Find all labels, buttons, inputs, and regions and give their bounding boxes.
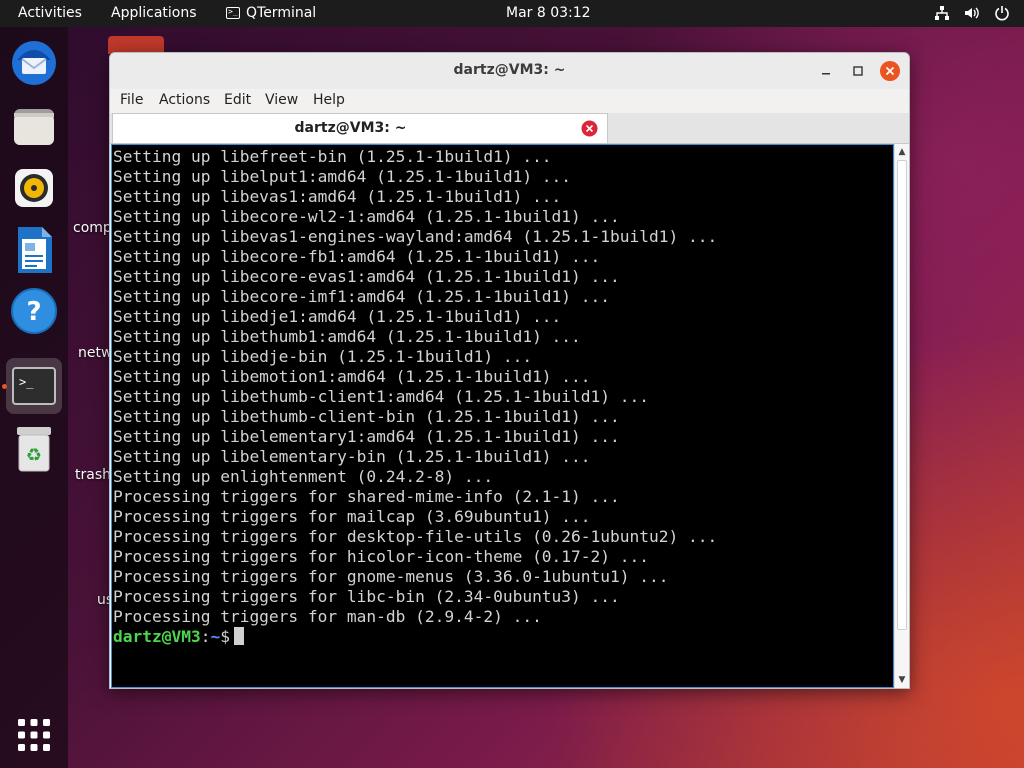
terminal-prompt[interactable]: dartz@VM3:~$ (113, 627, 893, 647)
terminal-line: Setting up libecore-imf1:amd64 (1.25.1-1… (113, 287, 611, 306)
svg-text:♻: ♻ (26, 445, 42, 466)
dock-item-help[interactable]: ? (6, 283, 62, 339)
close-button[interactable] (880, 61, 900, 81)
terminal-line: Setting up libedje1:amd64 (1.25.1-1build… (113, 307, 562, 326)
terminal-line: Setting up libemotion1:amd64 (1.25.1-1bu… (113, 367, 591, 386)
show-applications-icon (18, 719, 50, 751)
dock-item-files[interactable] (6, 98, 62, 154)
power-icon[interactable] (994, 5, 1010, 21)
close-icon (880, 61, 900, 81)
terminal-line: Setting up libecore-evas1:amd64 (1.25.1-… (113, 267, 620, 286)
terminal-line: Setting up libelput1:amd64 (1.25.1-1buil… (113, 167, 572, 186)
app-menu[interactable]: >_ QTerminal (226, 5, 316, 21)
show-applications-button[interactable] (6, 707, 62, 763)
window-titlebar[interactable]: dartz@VM3: ~ (110, 53, 909, 90)
tab-close-button[interactable] (581, 120, 598, 137)
clock[interactable]: Mar 8 03:12 (506, 5, 591, 21)
terminal-line: Setting up libelementary-bin (1.25.1-1bu… (113, 447, 591, 466)
dock-item-rhythmbox[interactable] (6, 160, 62, 216)
terminal-line: Processing triggers for hicolor-icon-the… (113, 547, 650, 566)
scroll-up-icon[interactable]: ▲ (895, 145, 909, 159)
window-title: dartz@VM3: ~ (453, 62, 566, 78)
terminal-line: Setting up libethumb-client1:amd64 (1.25… (113, 387, 650, 406)
help-icon: ? (11, 288, 57, 334)
terminal-icon: >_ (12, 367, 56, 405)
menu-view[interactable]: View (265, 92, 298, 108)
terminal-line: Setting up libefreet-bin (1.25.1-1build1… (113, 147, 552, 166)
app-menu-label: QTerminal (246, 5, 317, 21)
trash-icon: ♻ (17, 427, 51, 472)
vertical-scrollbar[interactable]: ▲ ▼ (894, 144, 909, 688)
tab-label: dartz@VM3: ~ (294, 120, 407, 136)
rhythmbox-icon (15, 169, 53, 207)
terminal-line: Processing triggers for mailcap (3.69ubu… (113, 507, 591, 526)
terminal-line: Setting up enlightenment (0.24.2-8) ... (113, 467, 494, 486)
desktop-label-trash[interactable]: trash (75, 467, 111, 483)
menu-actions[interactable]: Actions (159, 92, 210, 108)
terminal-line: Processing triggers for desktop-file-uti… (113, 527, 718, 546)
menu-bar: File Actions Edit View Help (110, 89, 909, 113)
terminal-line: Setting up libecore-fb1:amd64 (1.25.1-1b… (113, 247, 601, 266)
dock-item-terminal[interactable]: >_ (6, 358, 62, 414)
minimize-icon (822, 73, 830, 75)
terminal-line: Setting up libedje-bin (1.25.1-1build1) … (113, 347, 533, 366)
prompt-separator: : (200, 627, 211, 646)
dock-item-trash[interactable]: ♻ (6, 421, 62, 477)
dock-item-libreoffice-writer[interactable] (6, 222, 62, 278)
scrollbar-thumb[interactable] (897, 160, 907, 630)
tab-terminal[interactable]: dartz@VM3: ~ (112, 113, 608, 143)
terminal-line: Processing triggers for libc-bin (2.34-0… (113, 587, 620, 606)
menu-edit[interactable]: Edit (224, 92, 251, 108)
desktop-label-network[interactable]: netw (78, 345, 112, 361)
svg-text:?: ? (26, 297, 41, 327)
maximize-icon (853, 66, 863, 76)
prompt-user: dartz@VM3 (113, 627, 201, 646)
dock-item-thunderbird[interactable] (6, 35, 62, 91)
terminal-output[interactable]: Setting up libefreet-bin (1.25.1-1build1… (111, 144, 894, 688)
terminal-line: Setting up libethumb-client-bin (1.25.1-… (113, 407, 620, 426)
terminal-line: Processing triggers for shared-mime-info… (113, 487, 620, 506)
tab-bar: dartz@VM3: ~ (110, 113, 909, 144)
terminal-line: Setting up libelementary1:amd64 (1.25.1-… (113, 427, 620, 446)
network-icon[interactable] (934, 5, 950, 21)
text-cursor (233, 627, 244, 645)
top-bar: Activities Applications >_ QTerminal Mar… (0, 0, 1024, 27)
volume-icon[interactable] (964, 5, 980, 21)
activities-button[interactable]: Activities (18, 5, 82, 21)
terminal-line: Processing triggers for man-db (2.9.4-2)… (113, 607, 542, 626)
menu-file[interactable]: File (120, 92, 143, 108)
prompt-symbol: $ (220, 627, 230, 646)
dock: ? >_ ♻ (0, 27, 68, 768)
running-indicator (2, 384, 7, 389)
menu-help[interactable]: Help (313, 92, 345, 108)
applications-menu[interactable]: Applications (111, 5, 197, 21)
terminal-line: Setting up libevas1:amd64 (1.25.1-1build… (113, 187, 562, 206)
terminal-line: Setting up libecore-wl2-1:amd64 (1.25.1-… (113, 207, 620, 226)
files-icon (14, 109, 54, 145)
terminal-line: Setting up libethumb1:amd64 (1.25.1-1bui… (113, 327, 581, 346)
prompt-path: ~ (210, 627, 221, 646)
qterminal-icon: >_ (226, 7, 240, 19)
libreoffice-writer-icon (18, 227, 52, 273)
desktop-label-computer[interactable]: comp (73, 220, 112, 236)
terminal-window: dartz@VM3: ~ File Actions Edit View Help… (109, 52, 910, 689)
thunderbird-icon (12, 41, 56, 85)
svg-text:>_: >_ (19, 375, 34, 389)
scroll-down-icon[interactable]: ▼ (895, 673, 909, 687)
close-icon (581, 120, 598, 137)
maximize-button[interactable] (848, 61, 868, 81)
system-tray[interactable] (934, 5, 1010, 21)
terminal-line: Setting up libevas1-engines-wayland:amd6… (113, 227, 718, 246)
minimize-button[interactable] (816, 61, 836, 81)
terminal-line: Processing triggers for gnome-menus (3.3… (113, 567, 669, 586)
